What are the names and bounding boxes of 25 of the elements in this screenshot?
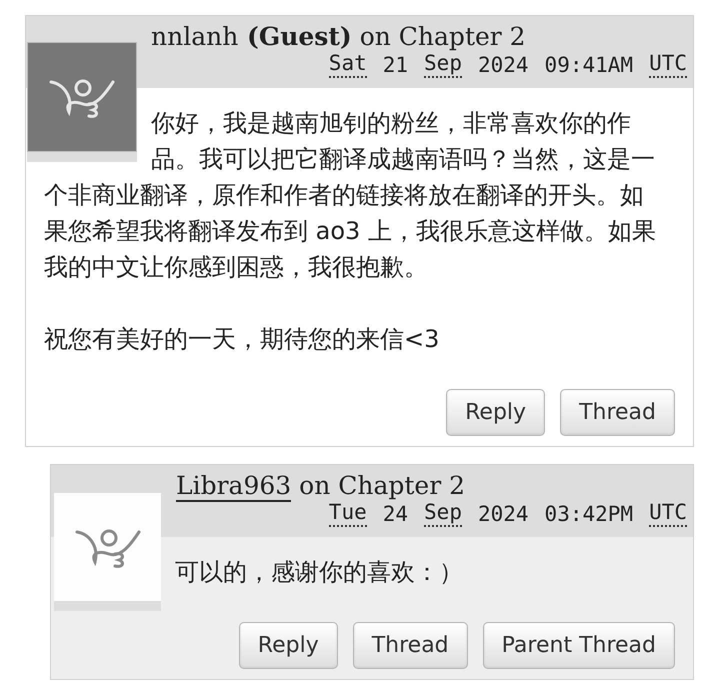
- comment-text: 祝您有美好的一天，期待您的来信<3: [44, 324, 440, 355]
- date-part: 21: [382, 52, 408, 78]
- author-name: nnlanh: [151, 22, 238, 51]
- date-part: 24: [382, 501, 408, 527]
- date-abbreviation: UTC: [649, 501, 687, 527]
- date-abbreviation: Sep: [424, 52, 462, 78]
- thread-button[interactable]: Thread: [352, 622, 468, 669]
- date-part: 09:41AM: [544, 52, 634, 78]
- date-abbreviation: Sep: [424, 501, 462, 527]
- chapter-label: on Chapter 2: [358, 22, 526, 51]
- comment-text: 可以的，感谢你的喜欢：）: [174, 557, 464, 588]
- date-part: 03:42PM: [544, 501, 634, 527]
- author-link[interactable]: Libra963: [176, 471, 292, 502]
- guest-label: (Guest): [246, 22, 352, 51]
- reply-button[interactable]: Reply: [446, 389, 546, 436]
- parent-thread-button[interactable]: Parent Thread: [482, 622, 675, 669]
- comment-text: 你好，我是越南旭钊的粉丝，非常喜欢你的作品。我可以把它翻译成越南语吗？当然，这是一个非商业翻译，原作和作者的链接将放在翻译的开头。如果您希望我将翻译发布到 ao3 上，我很乐意这样做。如果我的中文让你感到困惑，我很抱歉。: [44, 108, 657, 283]
- date-part: 2024: [478, 52, 529, 78]
- thread-button[interactable]: Thread: [560, 389, 675, 436]
- date-part: 2024: [478, 501, 529, 527]
- date-abbreviation: UTC: [649, 52, 687, 78]
- date-abbreviation: Tue: [328, 501, 367, 527]
- date-abbreviation: Sat: [328, 52, 367, 78]
- reply-button[interactable]: Reply: [238, 622, 338, 669]
- chapter-label: on Chapter 2: [298, 471, 466, 500]
